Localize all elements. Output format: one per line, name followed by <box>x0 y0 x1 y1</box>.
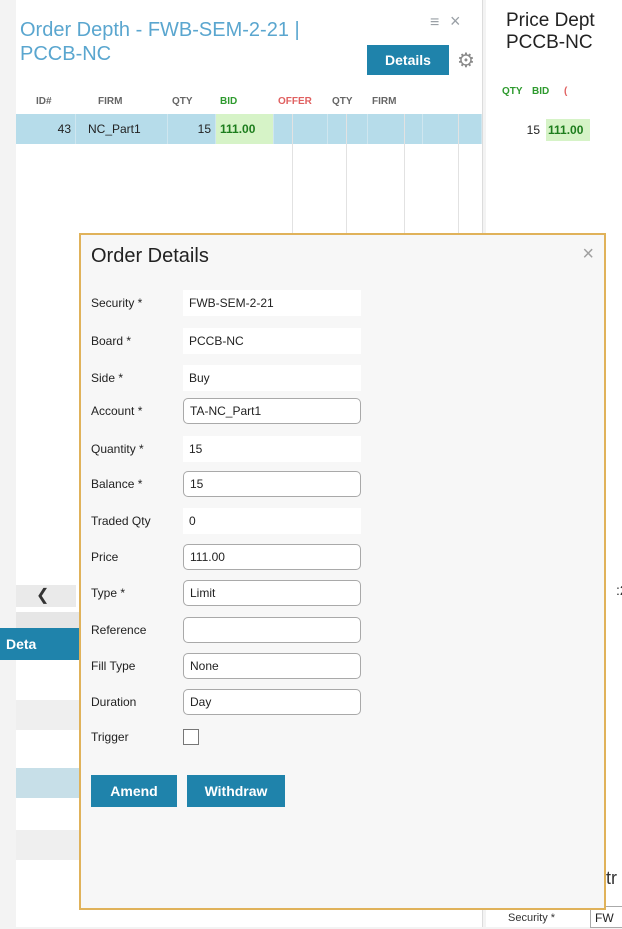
account-field[interactable]: TA-NC_Part1 <box>183 398 361 424</box>
quantity-label: Quantity * <box>91 442 144 456</box>
order-depth-title: Order Depth - FWB-SEM-2-21 | PCCB-NC <box>20 19 300 65</box>
duration-label: Duration <box>91 695 137 709</box>
fill-type-row: Fill Type None <box>91 653 361 679</box>
chevron-left-icon: ❮ <box>36 587 50 604</box>
close-icon[interactable]: × <box>450 11 461 32</box>
row-spacer <box>423 114 482 144</box>
account-label: Account * <box>91 404 143 418</box>
pd-side-text: tr <box>606 868 617 888</box>
balance-field[interactable]: 15 <box>183 471 361 497</box>
order-depth-table: ID# FIRM QTY BID OFFER QTY FIRM 43 NC_Pa… <box>16 88 482 144</box>
row-qty-offer <box>328 114 368 144</box>
header-firm-offer[interactable]: FIRM <box>368 96 423 107</box>
pd-header-bid[interactable]: BID <box>532 86 564 97</box>
board-label: Board * <box>91 334 132 348</box>
type-row: Type * Limit <box>91 580 361 606</box>
pd-side-text: :2 <box>616 582 622 598</box>
traded-qty-label: Traded Qty <box>91 514 151 528</box>
header-id[interactable]: ID# <box>16 96 76 107</box>
pd-header-qty[interactable]: QTY <box>502 86 532 97</box>
quantity-row: Quantity * 15 <box>91 436 361 462</box>
security-field: FWB-SEM-2-21 <box>183 290 361 316</box>
pd-row-bid: 111.00 <box>546 119 590 141</box>
column-divider <box>458 114 459 234</box>
side-label: Side * <box>91 371 124 385</box>
security-label: Security * <box>91 296 143 310</box>
reference-row: Reference <box>91 617 361 643</box>
security-row: Security * FWB-SEM-2-21 <box>91 290 361 316</box>
price-field[interactable]: 111.00 <box>183 544 361 570</box>
column-divider <box>404 114 405 234</box>
row-qty: 15 <box>168 114 216 144</box>
amend-button[interactable]: Amend <box>91 775 177 807</box>
pd-table-row[interactable]: 15 111.00 <box>500 118 590 142</box>
balance-row: Balance * 15 <box>91 471 361 497</box>
column-divider <box>346 114 347 234</box>
table-header: ID# FIRM QTY BID OFFER QTY FIRM <box>16 88 482 114</box>
reference-input[interactable] <box>183 617 361 643</box>
price-label: Price <box>91 550 119 564</box>
type-select[interactable]: Limit <box>183 580 361 606</box>
table-row[interactable]: 43 NC_Part1 15 111.00 <box>16 114 482 144</box>
fill-type-label: Fill Type <box>91 659 136 673</box>
balance-label: Balance * <box>91 477 143 491</box>
column-divider <box>292 114 293 234</box>
board-field: PCCB-NC <box>183 328 361 354</box>
traded-qty-row: Traded Qty 0 <box>91 508 361 534</box>
pd-header-offer[interactable]: ( <box>564 86 574 97</box>
board-row: Board * PCCB-NC <box>91 328 361 354</box>
row-offer <box>274 114 328 144</box>
row-id: 43 <box>16 114 76 144</box>
quantity-field: 15 <box>183 436 361 462</box>
side-row: Side * Buy <box>91 365 361 391</box>
trigger-row: Trigger <box>91 724 199 750</box>
row-firm-offer <box>368 114 423 144</box>
side-field: Buy <box>183 365 361 391</box>
withdraw-button[interactable]: Withdraw <box>187 775 285 807</box>
pd-row-qty: 15 <box>526 123 540 137</box>
row-firm: NC_Part1 <box>76 114 168 144</box>
account-row: Account * TA-NC_Part1 <box>91 398 361 424</box>
row-bid: 111.00 <box>216 114 274 144</box>
gear-icon[interactable]: ⚙ <box>457 48 475 73</box>
header-firm[interactable]: FIRM <box>76 96 168 107</box>
reference-label: Reference <box>91 623 147 637</box>
scroll-left-button[interactable]: ❮ <box>16 585 76 607</box>
price-row: Price 111.00 <box>91 544 361 570</box>
details-button-secondary[interactable]: Deta <box>0 628 82 660</box>
duration-select[interactable]: Day <box>183 689 361 715</box>
type-label: Type * <box>91 586 126 600</box>
modal-title: Order Details <box>91 245 209 267</box>
details-button[interactable]: Details <box>367 45 449 75</box>
trigger-label: Trigger <box>91 730 129 744</box>
header-bid[interactable]: BID <box>216 96 274 107</box>
duration-row: Duration Day <box>91 689 361 715</box>
close-icon[interactable]: × <box>582 243 594 266</box>
trigger-checkbox[interactable] <box>183 729 199 745</box>
menu-icon[interactable]: ≡ <box>430 14 439 32</box>
price-depth-title: Price Dept PCCB-NC <box>506 10 595 53</box>
pd-security-label: Security * <box>508 912 556 924</box>
header-qty-offer[interactable]: QTY <box>328 96 368 107</box>
traded-qty-field: 0 <box>183 508 361 534</box>
header-offer[interactable]: OFFER <box>274 96 328 107</box>
header-qty[interactable]: QTY <box>168 96 216 107</box>
price-depth-header: QTY BID ( <box>502 86 574 97</box>
order-details-modal: Order Details × Security * FWB-SEM-2-21 … <box>79 233 606 910</box>
fill-type-select[interactable]: None <box>183 653 361 679</box>
